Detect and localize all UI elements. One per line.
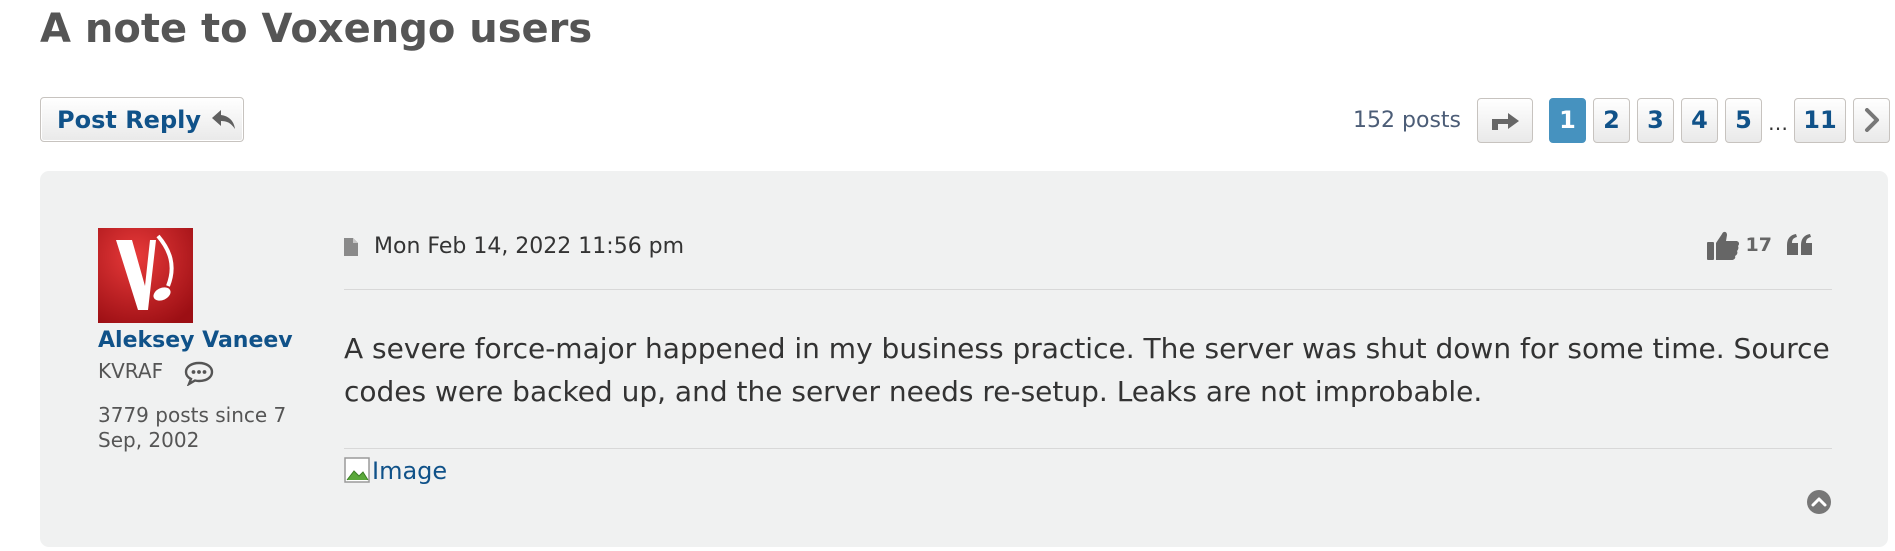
post-content: A severe force-major happened in my busi… bbox=[344, 332, 1830, 408]
action-bar: Post Reply 152 posts 1 2 3 4 5 … 11 bbox=[40, 97, 1890, 143]
post-body: Mon Feb 14, 2022 11:56 pm 17 A severe fo… bbox=[344, 171, 1832, 547]
page-last[interactable]: 11 bbox=[1794, 97, 1846, 143]
broken-image-icon bbox=[344, 457, 372, 485]
post: Aleksey Vaneev KVRAF 3779 posts since 7 … bbox=[40, 171, 1888, 547]
topic-title[interactable]: A note to Voxengo users bbox=[40, 6, 592, 52]
post-author[interactable]: Aleksey Vaneev bbox=[98, 328, 293, 353]
post-meta: Mon Feb 14, 2022 11:56 pm bbox=[344, 234, 684, 259]
share-arrow-icon bbox=[1489, 109, 1521, 131]
circle-chevron-up-icon[interactable] bbox=[1806, 489, 1832, 515]
chevron-right-icon bbox=[1864, 108, 1880, 132]
post-date: Mon Feb 14, 2022 11:56 pm bbox=[374, 234, 685, 259]
signature-divider bbox=[344, 448, 1832, 449]
page-4[interactable]: 4 bbox=[1681, 97, 1718, 143]
page-5[interactable]: 5 bbox=[1725, 97, 1762, 143]
quote-icon[interactable] bbox=[1786, 233, 1814, 257]
page-2[interactable]: 2 bbox=[1593, 97, 1630, 143]
post-count: 152 posts bbox=[1353, 107, 1461, 133]
user-stats: 3779 posts since 7 Sep, 2002 bbox=[98, 403, 287, 452]
like-count: 17 bbox=[1745, 234, 1772, 256]
page-3[interactable]: 3 bbox=[1637, 97, 1674, 143]
post-reply-label: Post Reply bbox=[57, 105, 201, 134]
broken-image-link[interactable]: Image bbox=[344, 457, 447, 485]
reply-arrow-icon bbox=[211, 108, 237, 132]
post-divider bbox=[344, 289, 1832, 290]
like-button[interactable]: 17 bbox=[1706, 229, 1772, 261]
post-reply-button[interactable]: Post Reply bbox=[40, 97, 244, 142]
pagination-ellipsis: … bbox=[1768, 111, 1788, 135]
document-icon[interactable] bbox=[344, 237, 358, 256]
avatar[interactable] bbox=[98, 228, 193, 323]
page-1[interactable]: 1 bbox=[1549, 97, 1586, 143]
image-alt-text: Image bbox=[372, 457, 448, 485]
next-page-button[interactable] bbox=[1853, 97, 1890, 143]
thumbs-up-icon bbox=[1706, 229, 1740, 261]
post-actions: 17 bbox=[1706, 229, 1814, 261]
speech-bubble-icon[interactable] bbox=[183, 360, 215, 386]
pagination: 152 posts 1 2 3 4 5 … 11 bbox=[1353, 97, 1890, 143]
rank-row: KVRAF bbox=[98, 356, 215, 386]
jump-to-page-button[interactable] bbox=[1477, 97, 1533, 143]
user-rank: KVRAF bbox=[98, 359, 164, 383]
